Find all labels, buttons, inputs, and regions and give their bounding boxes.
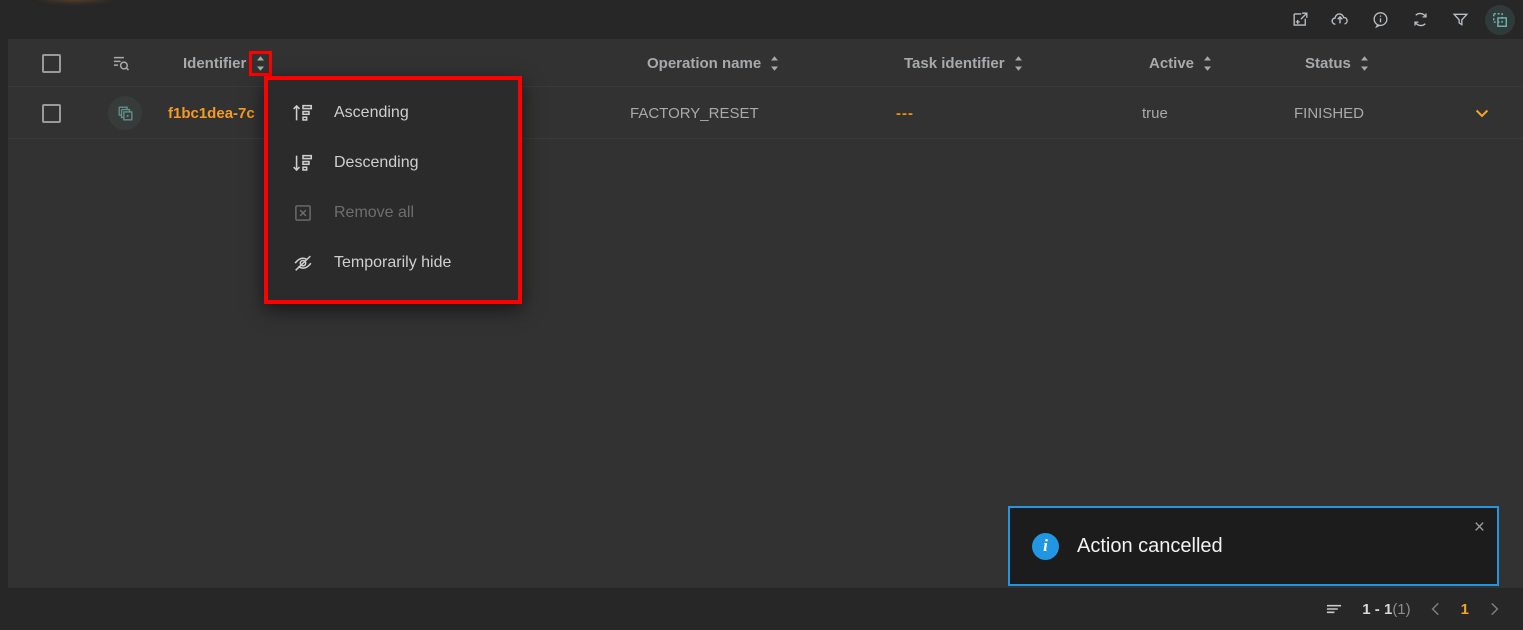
table-header-row: Identifier Operation name Task identifie… [8,39,1523,87]
rows-per-page-icon[interactable] [1324,599,1344,619]
info-circle-icon[interactable] [1365,5,1395,35]
table-row[interactable]: f1bc1dea-7c FACTORY_RESET --- true FINIS… [8,87,1523,139]
select-all-checkbox[interactable] [42,39,61,87]
toolbar-actions [1285,0,1515,39]
toast-notification: i Action cancelled × [1008,506,1499,586]
cell-status: FINISHED [1294,104,1365,122]
export-window-icon[interactable] [1285,5,1315,35]
sort-toggle-icon[interactable] [1012,55,1025,72]
filter-icon[interactable] [1445,5,1475,35]
sort-toggle-icon[interactable] [1358,55,1371,72]
column-label: Operation name [647,54,762,72]
column-header-status[interactable]: Status [1305,39,1371,87]
menu-item-ascending[interactable]: Ascending [268,88,518,138]
menu-item-label: Temporarily hide [334,254,452,271]
close-icon[interactable]: × [1474,518,1485,537]
column-label: Task identifier [904,54,1005,72]
cell-active: true [1142,104,1168,122]
column-header-operation-name[interactable]: Operation name [647,39,781,87]
menu-item-label: Remove all [334,204,415,221]
pagination-bar: 1 - 1(1) 1 [8,588,1523,630]
chevron-right-icon[interactable] [1485,600,1503,618]
column-label: Status [1305,54,1351,72]
menu-item-remove-all: Remove all [268,188,518,238]
menu-item-temporarily-hide[interactable]: Temporarily hide [268,238,518,288]
chevron-left-icon[interactable] [1427,600,1445,618]
list-search-icon[interactable] [111,39,131,87]
column-label: Active [1149,54,1195,72]
refresh-icon[interactable] [1405,5,1435,35]
current-page[interactable]: 1 [1461,601,1469,618]
eye-off-icon [290,252,316,274]
sort-toggle-icon[interactable] [249,50,273,76]
cell-task-identifier: --- [896,104,914,122]
top-toolbar [0,0,1523,39]
menu-item-descending[interactable]: Descending [268,138,518,188]
toast-message: Action cancelled [1077,534,1223,557]
column-label: Identifier [183,54,247,72]
row-expand-chevron-down-icon[interactable] [1472,87,1492,139]
checkbox-box [42,103,61,123]
copy-stack-icon[interactable] [108,87,142,139]
column-sort-menu: Ascending Descending Remove all Temporar… [264,76,522,304]
sort-ascending-icon [290,102,316,124]
sort-toggle-icon[interactable] [768,55,781,72]
row-select-checkbox[interactable] [42,87,61,139]
sort-toggle-icon[interactable] [1201,55,1214,72]
page-range: 1 - 1(1) [1362,601,1410,618]
cell-operation-name: FACTORY_RESET [630,104,759,122]
column-header-task-identifier[interactable]: Task identifier [904,39,1025,87]
remove-all-icon [290,203,316,223]
checkbox-box [42,53,61,73]
range-text: 1 - 1 [1362,600,1393,618]
row-icon-bubble [108,96,142,130]
column-header-active[interactable]: Active [1149,39,1214,87]
column-header-identifier[interactable]: Identifier [183,39,273,87]
sort-descending-icon [290,152,316,174]
cell-identifier[interactable]: f1bc1dea-7c [168,87,273,139]
menu-item-label: Descending [334,154,419,171]
clipped-highlight-artifact [32,0,118,4]
info-circle-icon: i [1032,532,1059,560]
select-columns-icon[interactable] [1485,4,1515,35]
total-count: (1) [1392,600,1411,618]
menu-item-label: Ascending [334,104,409,121]
cloud-upload-icon[interactable] [1325,5,1355,35]
operations-table-screen: Identifier Operation name Task identifie… [0,0,1523,630]
